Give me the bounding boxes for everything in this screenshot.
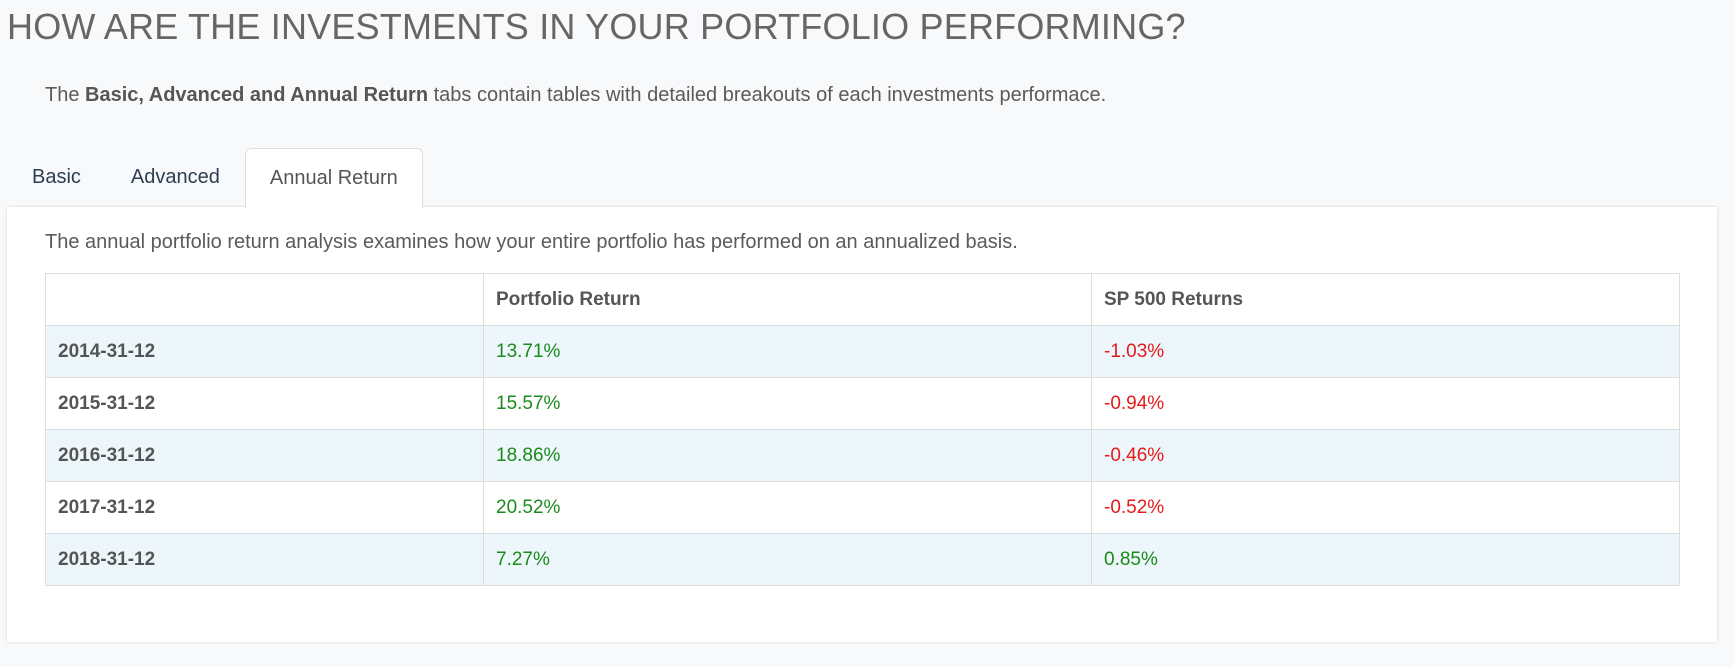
sp500-return-cell: -0.46% (1091, 429, 1680, 482)
page-title: HOW ARE THE INVESTMENTS IN YOUR PORTFOLI… (7, 6, 1186, 47)
header-portfolio-return: Portfolio Return (483, 273, 1092, 326)
header-sp500-returns: SP 500 Returns (1091, 273, 1680, 326)
row-date: 2015-31-12 (45, 377, 484, 430)
intro-prefix: The (45, 84, 86, 106)
row-date: 2018-31-12 (45, 533, 484, 586)
intro-suffix: tabs contain tables with detailed breako… (428, 84, 1107, 106)
tab-annual-return[interactable]: Annual Return (244, 148, 423, 208)
intro-text: The Basic, Advanced and Annual Return ta… (45, 84, 1106, 107)
sp500-return-cell: 0.85% (1091, 533, 1680, 586)
tab-bar: Basic Advanced Annual Return (7, 148, 423, 208)
intro-bold: Basic, Advanced and Annual Return (85, 84, 429, 106)
portfolio-return-cell: 15.57% (483, 377, 1092, 430)
annual-returns-table: Portfolio Return SP 500 Returns 2014-31-… (45, 273, 1680, 586)
sp500-return-cell: -1.03% (1091, 325, 1680, 378)
table-row: 2014-31-12 13.71% -1.03% (45, 325, 1680, 378)
portfolio-return-cell: 20.52% (483, 481, 1092, 534)
table-row: 2018-31-12 7.27% 0.85% (45, 533, 1680, 586)
tab-advanced[interactable]: Advanced (106, 148, 245, 206)
header-date (45, 273, 484, 326)
table-row: 2015-31-12 15.57% -0.94% (45, 377, 1680, 430)
sp500-return-cell: -0.52% (1091, 481, 1680, 534)
portfolio-return-cell: 13.71% (483, 325, 1092, 378)
table-row: 2016-31-12 18.86% -0.46% (45, 429, 1680, 482)
row-date: 2016-31-12 (45, 429, 484, 482)
portfolio-return-cell: 18.86% (483, 429, 1092, 482)
panel-description: The annual portfolio return analysis exa… (45, 231, 1018, 253)
tab-basic[interactable]: Basic (7, 148, 106, 206)
table-row: 2017-31-12 20.52% -0.52% (45, 481, 1680, 534)
table-header-row: Portfolio Return SP 500 Returns (45, 273, 1680, 326)
portfolio-return-cell: 7.27% (483, 533, 1092, 586)
sp500-return-cell: -0.94% (1091, 377, 1680, 430)
row-date: 2017-31-12 (45, 481, 484, 534)
annual-return-panel: The annual portfolio return analysis exa… (7, 207, 1717, 642)
row-date: 2014-31-12 (45, 325, 484, 378)
